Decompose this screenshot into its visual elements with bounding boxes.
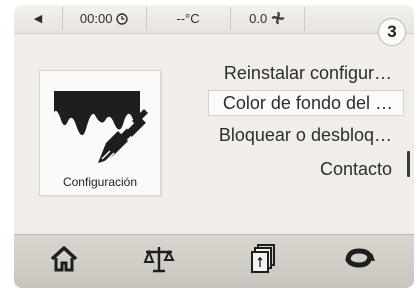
speed-value: 0.0 (249, 11, 268, 26)
menu-item-contact[interactable]: Contacto (320, 157, 392, 181)
time-value: 00:00 (79, 11, 113, 26)
status-bar: ◀ 00:00 --°C 0.0 (14, 5, 414, 34)
time-display: 00:00 (62, 7, 147, 31)
menu-item-reinstall-config[interactable]: Reinstalar configur… (224, 61, 392, 85)
clock-icon (116, 11, 128, 26)
paint-brush-icon (48, 77, 152, 174)
back-button[interactable]: ◀ (14, 7, 63, 31)
menu-item-background-color[interactable]: Color de fondo del … (207, 90, 404, 116)
temperature-display: --°C (146, 7, 231, 31)
menu-item-lock-unlock[interactable]: Bloquear o desbloq… (219, 123, 392, 147)
temperature-value: --°C (176, 11, 200, 26)
home-button[interactable] (44, 243, 84, 281)
refresh-icon (342, 248, 376, 277)
step-badge: 3 (378, 18, 406, 46)
home-icon (48, 246, 80, 279)
recipes-button[interactable] (244, 243, 284, 281)
refresh-button[interactable] (339, 243, 379, 281)
scrollbar[interactable] (407, 151, 410, 177)
recipe-cards-icon (250, 244, 278, 279)
bottom-nav-bar (14, 234, 414, 288)
scale-button[interactable] (139, 243, 179, 281)
scale-icon (142, 247, 176, 279)
fan-icon (271, 11, 285, 26)
config-tile-label: Configuración (62, 175, 138, 189)
config-tile[interactable]: Configuración (39, 70, 161, 196)
speed-display: 0.0 (230, 7, 305, 31)
left-triangle-icon: ◀ (33, 13, 43, 25)
device-screen: ◀ 00:00 --°C 0.0 3 Configuración Reinsta… (14, 5, 414, 288)
